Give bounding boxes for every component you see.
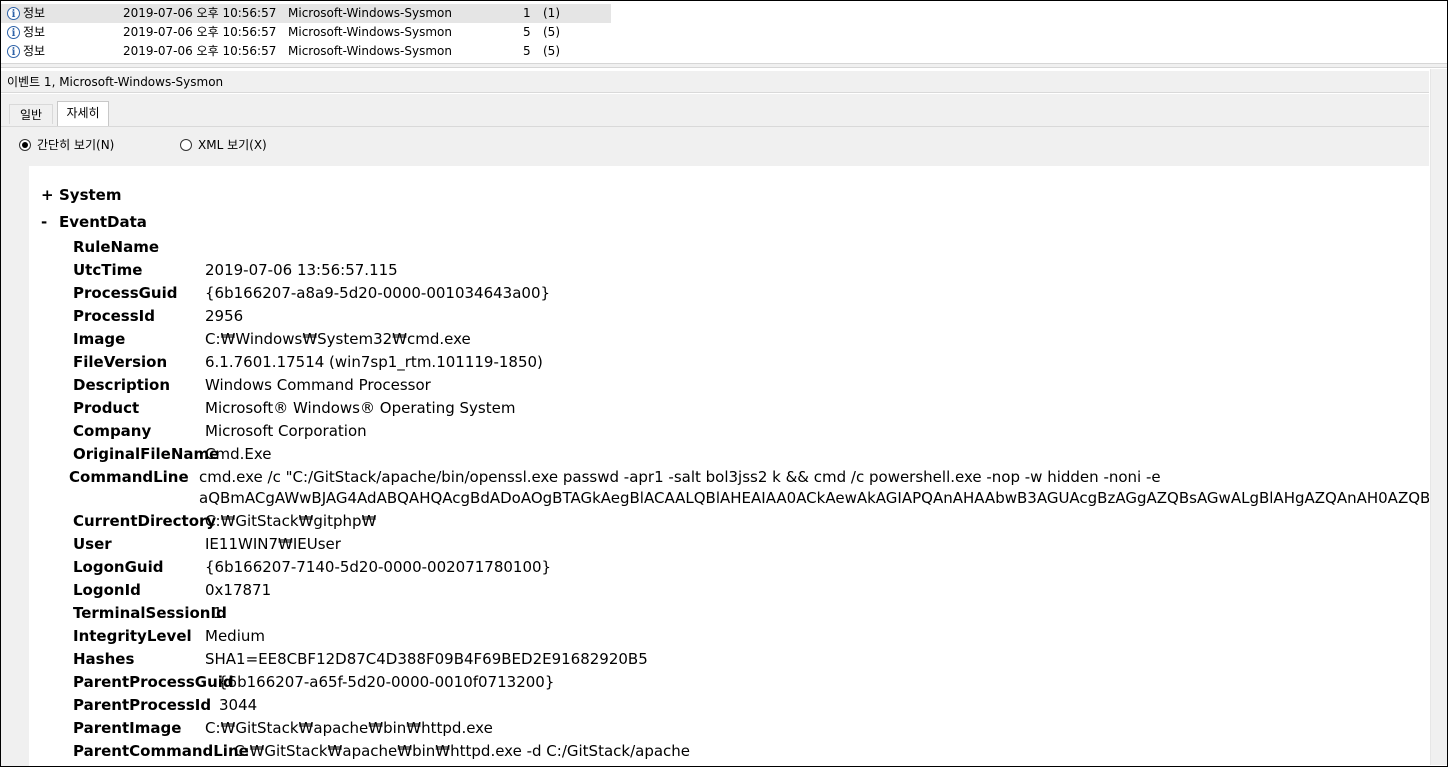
info-icon: i <box>7 45 20 58</box>
event-source: Microsoft-Windows-Sysmon <box>288 6 452 20</box>
radio-checked-icon <box>19 139 31 151</box>
field-name: FileVersion <box>73 353 168 371</box>
field-name: Description <box>73 376 171 394</box>
event-date: 2019-07-06 오후 10:56:57 <box>123 25 277 39</box>
field-name: CommandLine <box>69 468 189 486</box>
event-level: 정보 <box>23 44 46 58</box>
info-icon: i <box>7 7 20 20</box>
field-value: SHA1=EE8CBF12D87C4D388F09B4F69BED2E91682… <box>205 650 648 668</box>
field-value: 2956 <box>205 307 244 325</box>
field-name: ParentProcessGuid <box>73 673 234 691</box>
field-value: 1 <box>213 604 223 622</box>
field-value: Windows Command Processor <box>205 376 431 394</box>
field-value: C:₩GitStack₩apache₩bin₩httpd.exe <box>205 719 493 737</box>
tab-general[interactable]: 일반 <box>9 104 53 124</box>
field-name: ParentImage <box>73 719 182 737</box>
field-name: UtcTime <box>73 261 143 279</box>
field-name: LogonId <box>73 581 141 599</box>
field-value: Microsoft Corporation <box>205 422 367 440</box>
field-name: Product <box>73 399 140 417</box>
field-name: ParentProcessId <box>73 696 212 714</box>
field-name: User <box>73 535 112 553</box>
event-id: 5 <box>523 25 531 39</box>
field-name: RuleName <box>73 238 160 256</box>
field-value: Cmd.Exe <box>205 445 272 463</box>
field-value: C:₩GitStack₩gitphp₩ <box>205 512 377 530</box>
event-row[interactable]: i 정보 2019-07-06 오후 10:56:57 Microsoft-Wi… <box>1 42 1447 61</box>
field-name: LogonGuid <box>73 558 164 576</box>
event-date: 2019-07-06 오후 10:56:57 <box>123 6 277 20</box>
event-row[interactable]: i 정보 2019-07-06 오후 10:56:57 Microsoft-Wi… <box>1 23 1447 42</box>
field-name: ParentCommandLine <box>73 742 249 760</box>
field-value: C:₩Windows₩System32₩cmd.exe <box>205 330 471 348</box>
field-value: 6.1.7601.17514 (win7sp1_rtm.101119-1850) <box>205 353 543 371</box>
xml-view-radio[interactable]: XML 보기(X) <box>180 137 267 153</box>
friendly-view-radio[interactable]: 간단히 보기(N) <box>19 137 114 153</box>
event-task: (5) <box>543 44 560 58</box>
details-pane: + System - EventData RuleName UtcTime 2019… <box>1 166 1429 766</box>
event-viewer-window: i 정보 2019-07-06 오후 10:56:57 Microsoft-Wi… <box>0 0 1448 767</box>
field-value: 3044 <box>219 696 258 714</box>
event-date: 2019-07-06 오후 10:56:57 <box>123 44 277 58</box>
collapse-icon[interactable]: - <box>41 212 59 232</box>
event-list: i 정보 2019-07-06 오후 10:56:57 Microsoft-Wi… <box>1 1 1447 63</box>
field-name: Company <box>73 422 152 440</box>
pane-splitter[interactable] <box>1 63 1447 68</box>
expand-icon[interactable]: + <box>41 185 59 205</box>
event-task: (1) <box>543 6 560 20</box>
field-value: 2019-07-06 13:56:57.115 <box>205 261 398 279</box>
event-level: 정보 <box>23 25 46 39</box>
field-name: Image <box>73 330 126 348</box>
field-name: Hashes <box>73 650 135 668</box>
vertical-scrollbar[interactable] <box>1430 69 1447 765</box>
node-label: System <box>59 186 122 204</box>
field-value: {6b166207-7140-5d20-0000-002071780100} <box>205 558 552 576</box>
tree-node-system[interactable]: + System <box>41 185 121 205</box>
xml-view-label: XML 보기(X) <box>198 138 267 152</box>
event-id: 1 <box>523 6 531 20</box>
field-value: IE11WIN7₩IEUser <box>205 535 341 553</box>
view-options: 간단히 보기(N) XML 보기(X) <box>1 126 1429 167</box>
event-source: Microsoft-Windows-Sysmon <box>288 25 452 39</box>
field-name: ProcessGuid <box>73 284 178 302</box>
field-value: {6b166207-a8a9-5d20-0000-001034643a00} <box>205 284 551 302</box>
field-value: Medium <box>205 627 265 645</box>
field-value: Microsoft® Windows® Operating System <box>205 399 516 417</box>
event-id: 5 <box>523 44 531 58</box>
field-name: CurrentDirectory <box>73 512 217 530</box>
field-name: TerminalSessionId <box>73 604 227 622</box>
field-value: C:₩GitStack₩apache₩bin₩httpd.exe -d C:/G… <box>234 742 691 760</box>
friendly-view-label: 간단히 보기(N) <box>37 138 115 152</box>
field-name: OriginalFileName <box>73 445 220 463</box>
tree-node-eventdata[interactable]: - EventData <box>41 212 147 232</box>
event-row[interactable]: i 정보 2019-07-06 오후 10:56:57 Microsoft-Wi… <box>1 4 1447 23</box>
tab-details[interactable]: 자세히 <box>57 101 109 126</box>
event-task: (5) <box>543 25 560 39</box>
field-name: ProcessId <box>73 307 155 325</box>
field-value: 0x17871 <box>205 581 272 599</box>
field-value: {6b166207-a65f-5d20-0000-0010f0713200} <box>218 673 555 691</box>
detail-tabs: 일반 자세히 <box>1 94 1429 126</box>
event-level: 정보 <box>23 6 46 20</box>
event-source: Microsoft-Windows-Sysmon <box>288 44 452 58</box>
event-details-content: + System - EventData RuleName UtcTime 2019… <box>29 166 1429 766</box>
field-value-line2: aQBmACgAWwBJAG4AdABQAHQAcgBdADoAOgBTAGkA… <box>199 489 1429 507</box>
info-icon: i <box>7 26 20 39</box>
detail-title: 이벤트 1, Microsoft-Windows-Sysmon <box>1 71 1429 93</box>
node-label: EventData <box>59 213 147 231</box>
field-value-line1: cmd.exe /c "C:/GitStack/apache/bin/opens… <box>199 468 1161 486</box>
radio-unchecked-icon <box>180 139 192 151</box>
field-name: IntegrityLevel <box>73 627 192 645</box>
